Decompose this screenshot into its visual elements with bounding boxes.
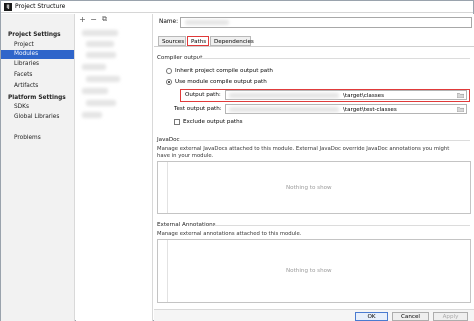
divider <box>199 58 470 59</box>
module-list-item[interactable] <box>86 52 116 58</box>
use-module-output-label: Use module compile output path <box>175 79 267 85</box>
use-module-output-radio[interactable] <box>166 79 172 85</box>
cancel-button[interactable]: Cancel <box>392 312 429 321</box>
dialog-button-bar: OK Cancel Apply <box>154 309 474 321</box>
name-label: Name: <box>159 19 179 25</box>
module-list-item[interactable] <box>82 112 102 118</box>
tab-dependencies[interactable]: Dependencies <box>210 36 254 46</box>
sidebar-item-global-libraries[interactable]: Global Libraries <box>1 113 74 122</box>
platform-settings-header: Platform Settings <box>8 95 66 101</box>
ok-button[interactable]: OK <box>355 312 388 321</box>
window-title: Project Structure <box>15 3 66 10</box>
inherit-output-label: Inherit project compile output path <box>175 68 273 74</box>
test-output-path-label: Test output path: <box>174 106 222 112</box>
module-name-field[interactable] <box>180 17 472 28</box>
javadoc-title: JavaDoc <box>157 137 180 143</box>
title-bar: IJ Project Structure <box>1 1 473 13</box>
settings-sidebar: Project Settings Project Modules Librari… <box>1 14 75 321</box>
project-settings-header: Project Settings <box>8 32 61 38</box>
folder-icon[interactable] <box>457 93 464 98</box>
sidebar-item-libraries[interactable]: Libraries <box>1 60 74 69</box>
external-annotations-list[interactable]: Nothing to show <box>157 239 471 303</box>
annotations-empty-text: Nothing to show <box>286 268 332 274</box>
javadoc-empty-text: Nothing to show <box>286 185 332 191</box>
module-list-item[interactable] <box>82 30 118 36</box>
tab-paths[interactable]: Paths <box>187 36 209 46</box>
sidebar-item-sdks[interactable]: SDKs <box>1 103 74 112</box>
external-annotations-title: External Annotations <box>157 222 216 228</box>
external-annotations-description: Manage external annotations attached to … <box>157 231 302 237</box>
exclude-output-label: Exclude output paths <box>183 119 243 125</box>
add-module-button[interactable]: + <box>78 15 87 24</box>
output-path-prefix <box>229 93 339 98</box>
remove-module-button[interactable]: − <box>89 15 98 24</box>
module-list-item[interactable] <box>86 76 120 82</box>
divider <box>214 225 470 226</box>
module-name-value <box>185 20 229 25</box>
inherit-output-radio[interactable] <box>166 68 172 74</box>
apply-button[interactable]: Apply <box>433 312 468 321</box>
sidebar-item-modules[interactable]: Modules <box>1 50 74 59</box>
sidebar-item-project[interactable]: Project <box>1 41 74 50</box>
project-structure-window: IJ Project Structure Project Settings Pr… <box>0 0 474 321</box>
output-path-value: \target\classes <box>343 93 385 99</box>
module-settings-panel: Name: Sources Paths Dependencies Compile… <box>154 14 474 321</box>
module-list-item[interactable] <box>82 64 106 70</box>
exclude-output-checkbox[interactable] <box>174 119 180 125</box>
module-list-item[interactable] <box>86 41 114 47</box>
sidebar-item-artifacts[interactable]: Artifacts <box>1 82 74 91</box>
test-output-path-prefix <box>229 107 339 112</box>
modules-toolbar: + − ⧉ <box>76 14 153 25</box>
paths-tab-panel: Compiler output Inherit project compile … <box>154 46 474 308</box>
sidebar-item-facets[interactable]: Facets <box>1 71 74 80</box>
test-output-path-value: \target\test-classes <box>343 107 397 113</box>
test-output-path-field[interactable]: \target\test-classes <box>225 104 467 114</box>
divider <box>180 140 470 141</box>
intellij-icon: IJ <box>4 3 12 11</box>
sidebar-item-problems[interactable]: Problems <box>1 134 74 143</box>
copy-module-button[interactable]: ⧉ <box>100 15 109 24</box>
folder-icon[interactable] <box>457 107 464 112</box>
compiler-output-title: Compiler output <box>157 55 203 61</box>
module-list-item[interactable] <box>86 100 116 106</box>
output-path-label: Output path: <box>185 92 221 98</box>
modules-panel: + − ⧉ <box>76 14 153 321</box>
output-path-field[interactable]: \target\classes <box>225 90 467 100</box>
module-list-item[interactable] <box>82 88 108 94</box>
javadoc-list[interactable]: Nothing to show <box>157 161 471 214</box>
tab-sources[interactable]: Sources <box>158 36 186 46</box>
javadoc-list-toolbar <box>158 162 168 213</box>
javadoc-description: Manage external JavaDocs attached to thi… <box>157 146 450 159</box>
annotations-list-toolbar <box>158 240 168 302</box>
